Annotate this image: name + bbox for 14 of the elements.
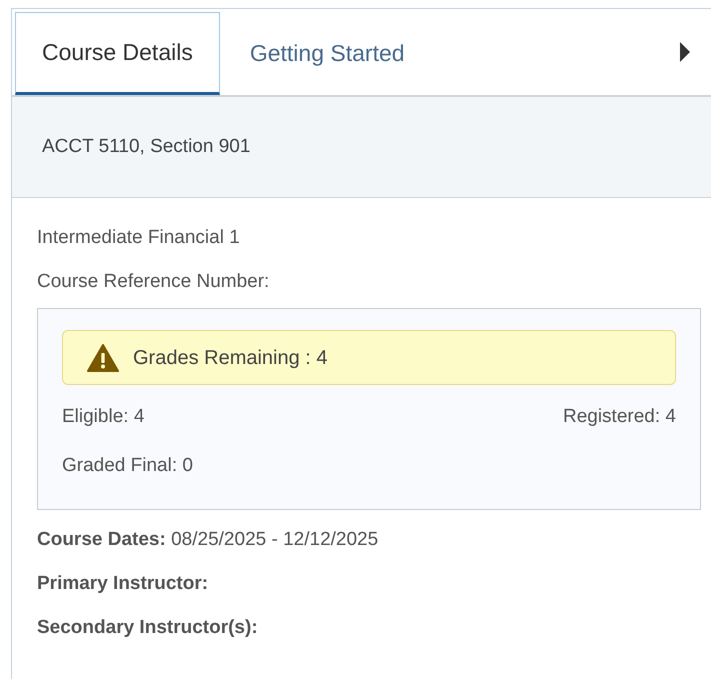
tab[interactable]: Course Details bbox=[15, 12, 220, 95]
eligible-count: Eligible: 4 bbox=[62, 405, 144, 429]
tab[interactable]: Getting Started bbox=[220, 12, 435, 95]
next-arrow-icon[interactable] bbox=[679, 41, 691, 63]
registered-count: Registered: 4 bbox=[562, 405, 676, 429]
alert-text: Grades Remaining : 4 bbox=[133, 346, 328, 370]
warning-icon bbox=[87, 344, 119, 372]
detail-line: Primary Instructor: bbox=[37, 572, 210, 596]
course-name: Intermediate Financial 1 bbox=[37, 226, 241, 250]
crn-label: Course Reference Number: bbox=[37, 270, 270, 294]
detail-line: Course Dates: 08/25/2025 - 12/12/2025 bbox=[37, 528, 380, 552]
detail-line: Secondary Instructor(s): bbox=[37, 616, 259, 640]
section-title: ACCT 5110, Section 901 bbox=[42, 134, 250, 159]
graded-final-count: Graded Final: 0 bbox=[62, 454, 194, 478]
